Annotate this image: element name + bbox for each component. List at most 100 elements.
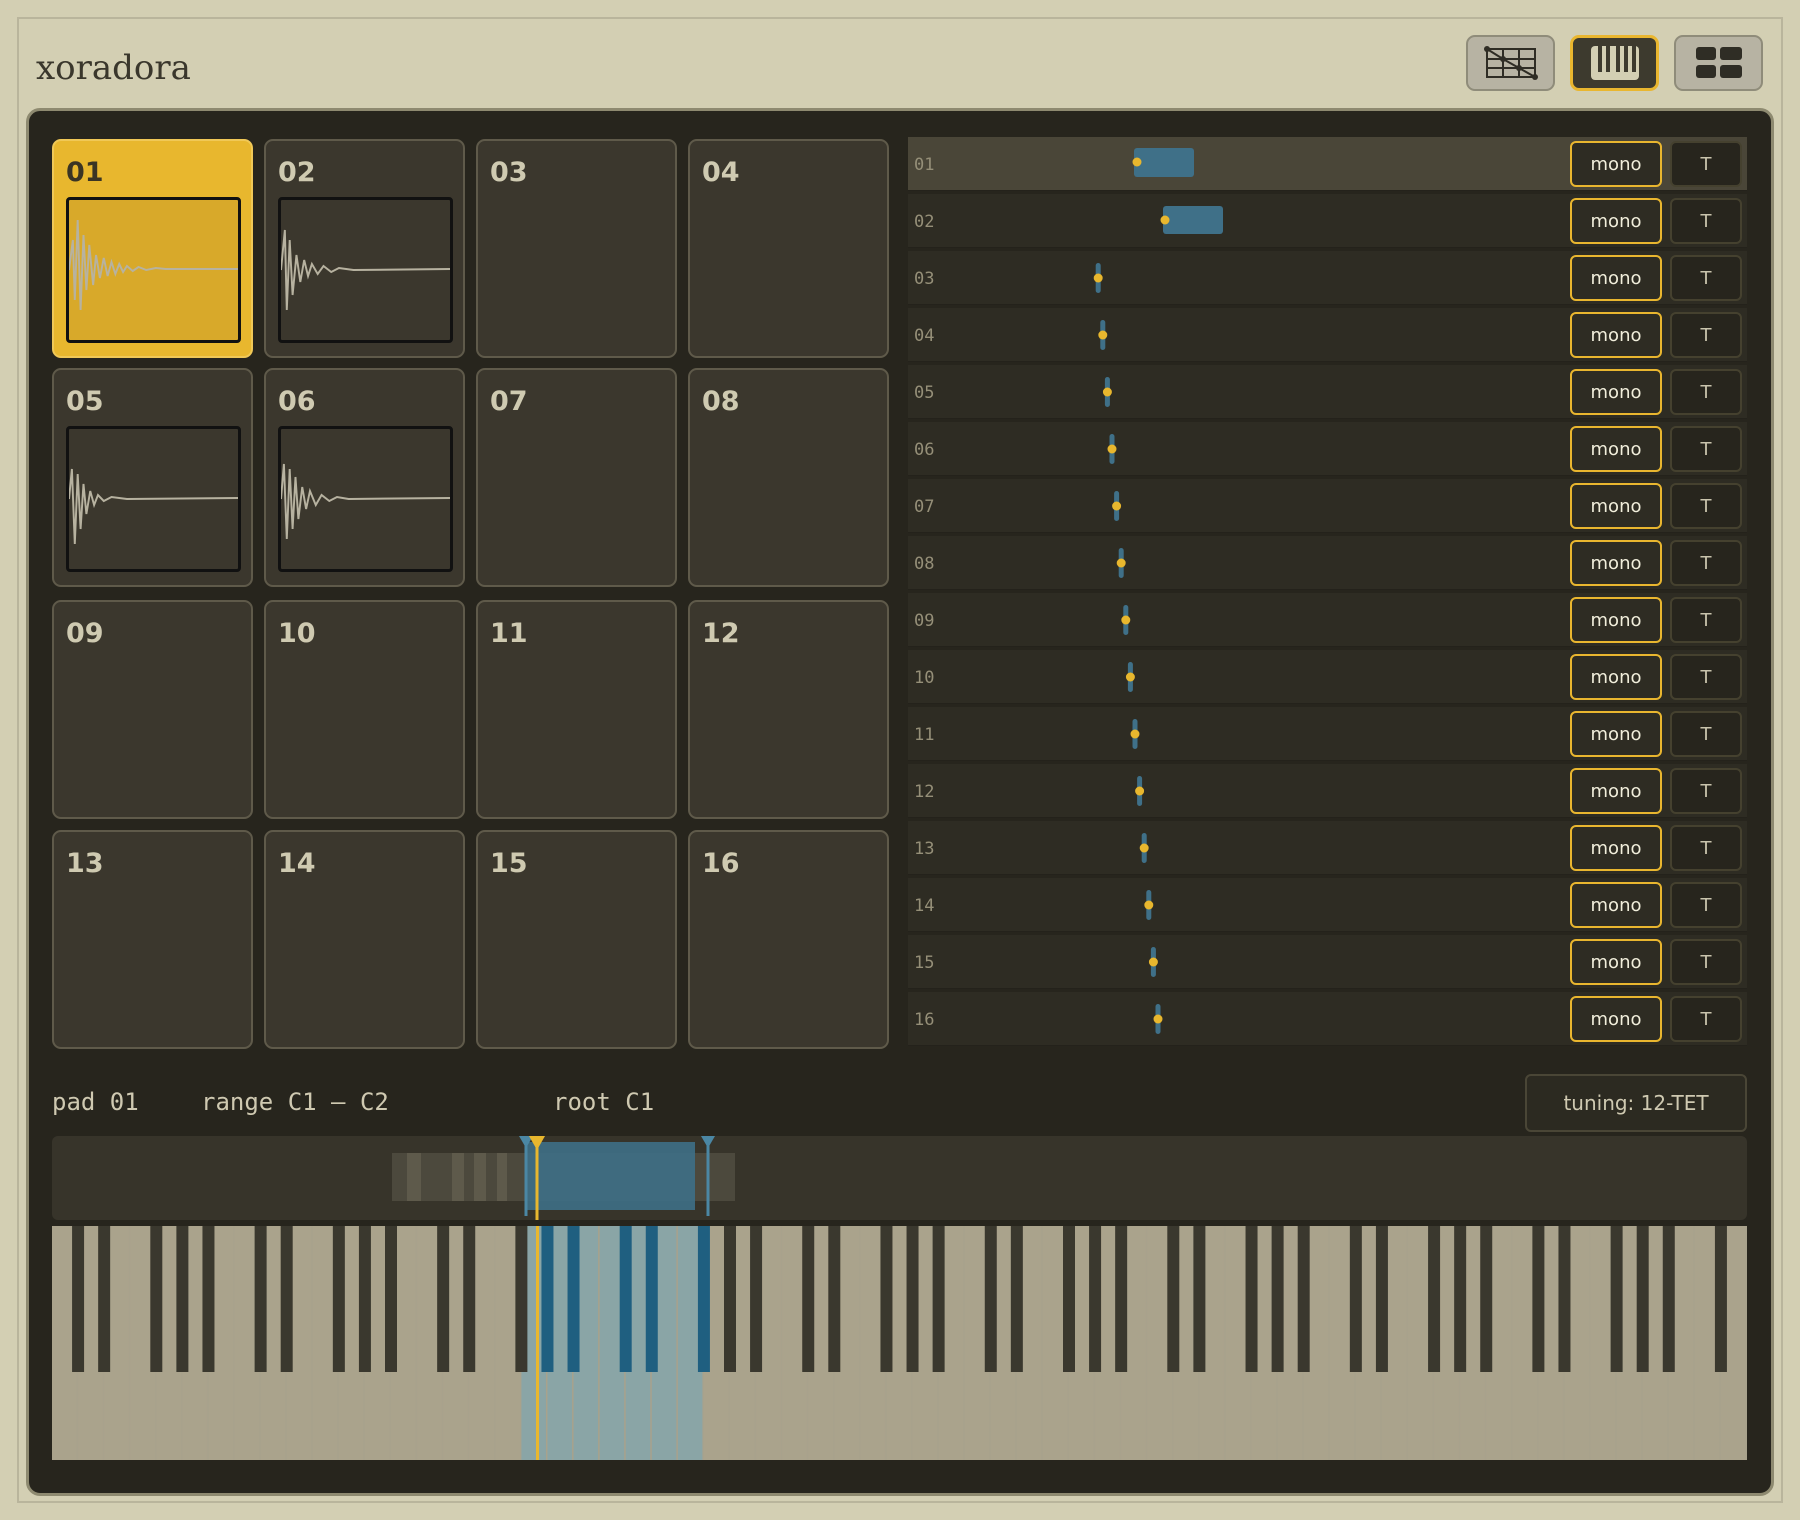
black-key xyxy=(332,1226,345,1372)
pad-number: 10 xyxy=(278,618,316,649)
pad-02[interactable]: 02 xyxy=(264,139,465,358)
trigger-button[interactable]: T xyxy=(1670,825,1742,871)
trigger-button[interactable]: T xyxy=(1670,198,1742,244)
pad-row-16[interactable]: 16 mono T xyxy=(908,992,1747,1046)
trigger-button[interactable]: T xyxy=(1670,483,1742,529)
pitch-track[interactable] xyxy=(908,593,1558,647)
trigger-button[interactable]: T xyxy=(1670,141,1742,187)
black-key xyxy=(98,1226,111,1372)
mono-toggle-button[interactable]: mono xyxy=(1570,996,1662,1042)
grid-view-button[interactable] xyxy=(1466,35,1555,91)
pitch-track[interactable] xyxy=(908,650,1558,704)
pad-row-02[interactable]: 02 mono T xyxy=(908,194,1747,248)
pad-08[interactable]: 08 xyxy=(688,368,889,587)
pad-07[interactable]: 07 xyxy=(476,368,677,587)
pad-11[interactable]: 11 xyxy=(476,600,677,819)
pad-13[interactable]: 13 xyxy=(52,830,253,1049)
pitch-track[interactable] xyxy=(908,878,1558,932)
trigger-button[interactable]: T xyxy=(1670,768,1742,814)
trigger-button[interactable]: T xyxy=(1670,996,1742,1042)
trigger-button[interactable]: T xyxy=(1670,255,1742,301)
pad-04[interactable]: 04 xyxy=(688,139,889,358)
black-key xyxy=(906,1226,919,1372)
trigger-button[interactable]: T xyxy=(1670,654,1742,700)
pitch-track[interactable] xyxy=(908,992,1558,1046)
pad-16[interactable]: 16 xyxy=(688,830,889,1049)
mono-toggle-button[interactable]: mono xyxy=(1570,597,1662,643)
pad-15[interactable]: 15 xyxy=(476,830,677,1049)
pads-view-button[interactable] xyxy=(1674,35,1763,91)
mono-toggle-button[interactable]: mono xyxy=(1570,768,1662,814)
trigger-button[interactable]: T xyxy=(1670,597,1742,643)
pitch-track[interactable] xyxy=(908,935,1558,989)
pitch-track[interactable] xyxy=(908,707,1558,761)
pitch-track[interactable] xyxy=(908,821,1558,875)
pad-05[interactable]: 05 xyxy=(52,368,253,587)
mono-toggle-button[interactable]: mono xyxy=(1570,369,1662,415)
mono-toggle-button[interactable]: mono xyxy=(1570,825,1662,871)
pad-row-13[interactable]: 13 mono T xyxy=(908,821,1747,875)
mono-toggle-button[interactable]: mono xyxy=(1570,540,1662,586)
pad-row-05[interactable]: 05 mono T xyxy=(908,365,1747,419)
pitch-track[interactable] xyxy=(908,251,1558,305)
tuning-button[interactable]: tuning: 12-TET xyxy=(1525,1074,1747,1132)
pad-01[interactable]: 01 xyxy=(52,139,253,358)
pad-row-04[interactable]: 04 mono T xyxy=(908,308,1747,362)
pad-number: 04 xyxy=(702,157,740,188)
pitch-track[interactable] xyxy=(908,137,1558,191)
pad-row-01[interactable]: 01 mono T xyxy=(908,137,1747,191)
black-key xyxy=(1089,1226,1102,1372)
black-key xyxy=(1610,1226,1623,1372)
pad-row-12[interactable]: 12 mono T xyxy=(908,764,1747,818)
mono-toggle-button[interactable]: mono xyxy=(1570,312,1662,358)
trigger-button[interactable]: T xyxy=(1670,711,1742,757)
mono-toggle-button[interactable]: mono xyxy=(1570,882,1662,928)
pitch-track[interactable] xyxy=(908,764,1558,818)
pad-03[interactable]: 03 xyxy=(476,139,677,358)
range-indicator: range C1 – C2 xyxy=(201,1088,389,1116)
mono-toggle-button[interactable]: mono xyxy=(1570,141,1662,187)
mono-toggle-button[interactable]: mono xyxy=(1570,654,1662,700)
black-key xyxy=(567,1226,580,1372)
pad-09[interactable]: 09 xyxy=(52,600,253,819)
pad-indicator: pad 01 xyxy=(52,1088,139,1116)
pitch-track[interactable] xyxy=(908,422,1558,476)
trigger-button[interactable]: T xyxy=(1670,540,1742,586)
mono-toggle-button[interactable]: mono xyxy=(1570,426,1662,472)
piano-keyboard[interactable] xyxy=(52,1226,1747,1460)
pad-row-08[interactable]: 08 mono T xyxy=(908,536,1747,590)
pitch-track[interactable] xyxy=(908,308,1558,362)
black-key xyxy=(1428,1226,1441,1372)
trigger-button[interactable]: T xyxy=(1670,882,1742,928)
mono-toggle-button[interactable]: mono xyxy=(1570,483,1662,529)
pad-row-03[interactable]: 03 mono T xyxy=(908,251,1747,305)
range-strip[interactable] xyxy=(52,1136,1747,1220)
black-key xyxy=(176,1226,189,1372)
pad-row-06[interactable]: 06 mono T xyxy=(908,422,1747,476)
mono-toggle-button[interactable]: mono xyxy=(1570,711,1662,757)
pad-12[interactable]: 12 xyxy=(688,600,889,819)
mono-toggle-button[interactable]: mono xyxy=(1570,939,1662,985)
trigger-button[interactable]: T xyxy=(1670,369,1742,415)
pad-row-14[interactable]: 14 mono T xyxy=(908,878,1747,932)
pad-14[interactable]: 14 xyxy=(264,830,465,1049)
black-key xyxy=(645,1226,658,1372)
pad-row-09[interactable]: 09 mono T xyxy=(908,593,1747,647)
trigger-button[interactable]: T xyxy=(1670,939,1742,985)
pad-06[interactable]: 06 xyxy=(264,368,465,587)
pad-row-07[interactable]: 07 mono T xyxy=(908,479,1747,533)
trigger-button[interactable]: T xyxy=(1670,426,1742,472)
trigger-button[interactable]: T xyxy=(1670,312,1742,358)
pad-row-15[interactable]: 15 mono T xyxy=(908,935,1747,989)
black-key xyxy=(1480,1226,1493,1372)
pad-10[interactable]: 10 xyxy=(264,600,465,819)
mono-toggle-button[interactable]: mono xyxy=(1570,255,1662,301)
pad-row-10[interactable]: 10 mono T xyxy=(908,650,1747,704)
pitch-track[interactable] xyxy=(908,365,1558,419)
pad-row-11[interactable]: 11 mono T xyxy=(908,707,1747,761)
pitch-track[interactable] xyxy=(908,479,1558,533)
pitch-track[interactable] xyxy=(908,536,1558,590)
keyboard-view-button[interactable] xyxy=(1570,35,1659,91)
pitch-track[interactable] xyxy=(908,194,1558,248)
mono-toggle-button[interactable]: mono xyxy=(1570,198,1662,244)
